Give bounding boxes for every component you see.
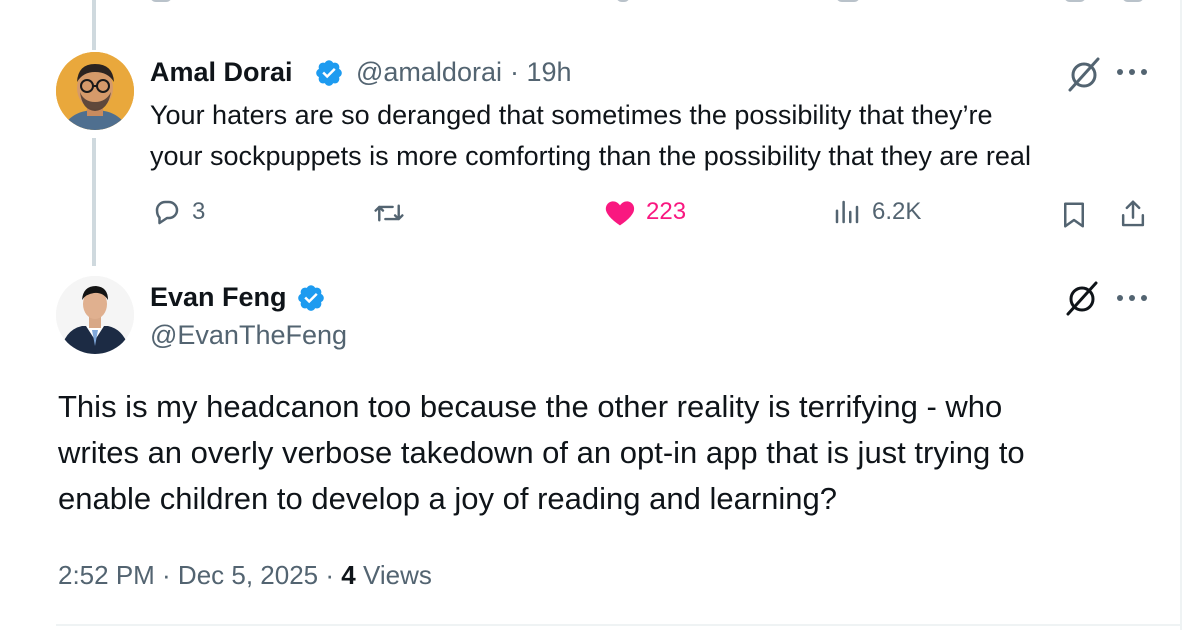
repost-icon bbox=[374, 204, 404, 222]
tweet-text-line: writes an overly verbose takedown of an … bbox=[58, 435, 1025, 470]
author-name[interactable]: Amal Dorai bbox=[150, 57, 293, 88]
reply-button[interactable]: 3 bbox=[152, 197, 205, 227]
reply-icon bbox=[155, 200, 179, 225]
avatar[interactable] bbox=[56, 52, 134, 130]
verified-badge-icon bbox=[316, 60, 342, 86]
tweet-text-line: This is my headcanon too because the oth… bbox=[58, 389, 1003, 424]
more-icon[interactable] bbox=[1114, 288, 1150, 308]
handle[interactable]: @amaldorai bbox=[356, 57, 502, 88]
views-label: Views bbox=[362, 560, 432, 590]
views-count: 6.2K bbox=[872, 198, 922, 225]
views-button[interactable]: 6.2K bbox=[832, 197, 921, 227]
tweet-text-line: enable children to develop a joy of read… bbox=[58, 481, 838, 516]
repost-button[interactable] bbox=[372, 198, 406, 228]
handle[interactable]: @EvanTheFeng bbox=[150, 320, 347, 351]
like-count: 223 bbox=[646, 198, 687, 225]
like-button[interactable]: 223 bbox=[604, 197, 686, 227]
previous-tweet-actions-cutoff bbox=[0, 0, 1200, 16]
views-icon bbox=[835, 200, 859, 224]
grok-icon[interactable] bbox=[1062, 278, 1102, 318]
share-icon[interactable] bbox=[1118, 198, 1148, 230]
more-icon[interactable] bbox=[1114, 62, 1150, 82]
tweet-text-line: Your haters are so deranged that sometim… bbox=[150, 100, 993, 130]
tweet-timestamp[interactable]: 2:52 PM · Dec 5, 2025 · bbox=[58, 560, 334, 590]
thread-line bbox=[92, 138, 96, 266]
tweet-meta: 2:52 PM · Dec 5, 2025 · 4 Views bbox=[58, 560, 432, 591]
tweet-text-line: your sockpuppets is more comforting than… bbox=[150, 141, 1031, 171]
reply-count: 3 bbox=[192, 198, 206, 225]
avatar[interactable] bbox=[56, 276, 134, 354]
column-border bbox=[1180, 0, 1182, 630]
bookmark-icon[interactable] bbox=[1060, 200, 1088, 230]
timestamp[interactable]: · 19h bbox=[510, 57, 572, 88]
author-name[interactable]: Evan Feng bbox=[150, 282, 287, 313]
divider bbox=[56, 624, 1180, 626]
views-count: 4 bbox=[341, 560, 356, 590]
verified-badge-icon bbox=[298, 285, 324, 311]
heart-icon bbox=[605, 201, 635, 226]
grok-icon[interactable] bbox=[1064, 54, 1104, 94]
thread-line bbox=[92, 0, 96, 50]
